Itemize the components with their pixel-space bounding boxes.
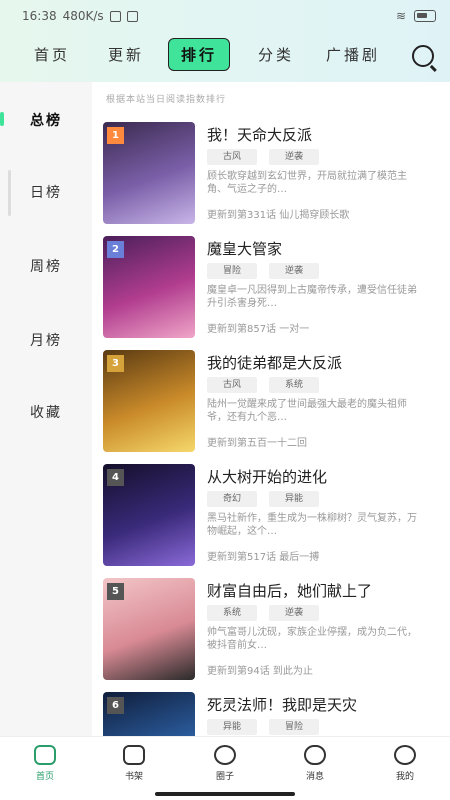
book-tag: 逆袭 [269,149,319,165]
book-cover[interactable]: 4 [103,464,195,566]
profile-icon [394,745,416,765]
book-tag: 冒险 [207,263,257,279]
book-tags: 冒险 逆袭 [207,263,319,279]
rank-badge: 2 [107,241,124,258]
book-item[interactable]: 2 魔皇大管家 冒险 逆袭 魔皇卓一凡因得到上古魔帝传承，遭受信任徒弟升引杀害身… [103,236,443,338]
book-title[interactable]: 从大树开始的进化 [207,466,443,487]
book-tags: 系统 逆袭 [207,605,319,621]
book-tag: 逆袭 [269,263,319,279]
bottom-nav-home[interactable]: 首页 [15,745,75,782]
tab-update[interactable]: 更新 [108,44,144,65]
bottom-nav: 首页 书架 圈子 消息 我的 [0,736,450,800]
bookshelf-icon [123,745,145,765]
ranking-sidebar: 总榜 日榜 周榜 月榜 收藏 [0,82,92,736]
bottom-nav-label: 圈子 [215,772,234,782]
circle-icon [214,745,236,765]
bottom-nav-bookshelf[interactable]: 书架 [104,745,164,782]
book-update: 更新到第94话 到此为止 [207,666,313,677]
sidebar-item-monthly[interactable]: 月榜 [0,330,92,350]
book-tag: 异能 [269,491,319,507]
book-title[interactable]: 死灵法师！我即是天灾 [207,694,443,715]
book-item[interactable]: 4 从大树开始的进化 奇幻 异能 黑马社新作，重生成为一株柳树？灵气复苏，万物崛… [103,464,443,566]
book-tag: 异能 [207,719,257,735]
home-icon [34,745,56,765]
rank-badge: 5 [107,583,124,600]
app-icon [126,10,138,22]
book-update: 更新到第五百一十二回 [207,438,307,449]
book-cover[interactable]: 2 [103,236,195,338]
status-right: ≋ [396,9,436,23]
book-tags: 奇幻 异能 [207,491,319,507]
book-tag: 古风 [207,149,257,165]
status-speed: 480K/s [62,9,104,23]
book-cover[interactable]: 3 [103,350,195,452]
sidebar-item-weekly[interactable]: 周榜 [0,256,92,276]
book-description: 魔皇卓一凡因得到上古魔帝传承，遭受信任徒弟升引杀害身死… [207,285,417,309]
book-tags: 古风 逆袭 [207,149,319,165]
sidebar-item-overall[interactable]: 总榜 [0,110,92,130]
book-tag: 古风 [207,377,257,393]
book-description: 顾长歌穿越到玄幻世界，开局就拉满了模范主角、气运之子的… [207,171,407,195]
bottom-nav-community[interactable]: 圈子 [195,745,255,782]
book-tag: 系统 [207,605,257,621]
book-title[interactable]: 我的徒弟都是大反派 [207,352,443,373]
book-cover[interactable]: 6 [103,692,195,736]
bottom-nav-label: 我的 [395,772,414,782]
rank-badge: 3 [107,355,124,372]
gesture-home-bar[interactable] [155,792,295,796]
sidebar-item-daily[interactable]: 日榜 [0,182,92,202]
rank-badge: 4 [107,469,124,486]
rank-badge: 1 [107,127,124,144]
ranking-hint: 根据本站当日阅读指数排行 [106,95,227,105]
book-item[interactable]: 3 我的徒弟都是大反派 古风 系统 陆州一觉醒来成了世间最强大最老的魔头祖师爷，… [103,350,443,452]
wifi-icon: ≋ [395,9,406,23]
book-item[interactable]: 6 死灵法师！我即是天灾 异能 冒险 [103,692,443,736]
book-item[interactable]: 5 财富自由后，她们献上了 系统 逆袭 帅气富哥儿沈砚，家族企业停摆，成为负二代… [103,578,443,680]
search-icon[interactable] [412,45,434,67]
tab-category[interactable]: 分类 [258,44,294,65]
status-time: 16:38 [22,9,57,23]
ranking-list: 根据本站当日阅读指数排行 1 我！天命大反派 古风 逆袭 顾长歌穿越到玄幻世界，… [92,82,450,736]
status-bar: 16:38 480K/s ≋ [0,0,450,32]
book-update: 更新到第857话 一对一 [207,324,310,335]
book-tags: 古风 系统 [207,377,319,393]
book-tag: 奇幻 [207,491,257,507]
book-item[interactable]: 1 我！天命大反派 古风 逆袭 顾长歌穿越到玄幻世界，开局就拉满了模范主角、气运… [103,122,443,224]
book-title[interactable]: 我！天命大反派 [207,124,443,145]
notification-icon [109,10,121,22]
bottom-nav-label: 消息 [305,772,324,782]
book-cover[interactable]: 1 [103,122,195,224]
bottom-nav-label: 书架 [124,772,143,782]
book-description: 陆州一觉醒来成了世间最强大最老的魔头祖师爷，还有九个恶… [207,399,407,423]
status-left: 16:38 480K/s [22,9,138,23]
battery-icon [414,10,436,22]
book-description: 黑马社新作，重生成为一株柳树？灵气复苏，万物崛起，这个… [207,513,417,537]
book-title[interactable]: 财富自由后，她们献上了 [207,580,443,601]
book-description: 帅气富哥儿沈砚，家族企业停摆，成为负二代，被抖音前女… [207,627,417,651]
book-tag: 逆袭 [269,605,319,621]
book-tags: 异能 冒险 [207,719,319,735]
bottom-nav-profile[interactable]: 我的 [375,745,435,782]
book-tag: 系统 [269,377,319,393]
tab-radio-drama[interactable]: 广播剧 [326,44,380,65]
sidebar-item-favorites[interactable]: 收藏 [0,402,92,422]
book-cover[interactable]: 5 [103,578,195,680]
book-update: 更新到第517话 最后一搏 [207,552,320,563]
book-tag: 冒险 [269,719,319,735]
chat-bubble-icon [304,745,326,765]
tab-ranking[interactable]: 排行 [168,38,231,71]
rank-badge: 6 [107,697,124,714]
bottom-nav-label: 首页 [35,772,54,782]
top-nav: 首页 更新 排行 分类 广播剧 [0,32,450,82]
tab-home[interactable]: 首页 [34,44,70,65]
bottom-nav-messages[interactable]: 消息 [285,745,345,782]
book-update: 更新到第331话 仙儿揭穿顾长歌 [207,210,350,221]
book-title[interactable]: 魔皇大管家 [207,238,443,259]
